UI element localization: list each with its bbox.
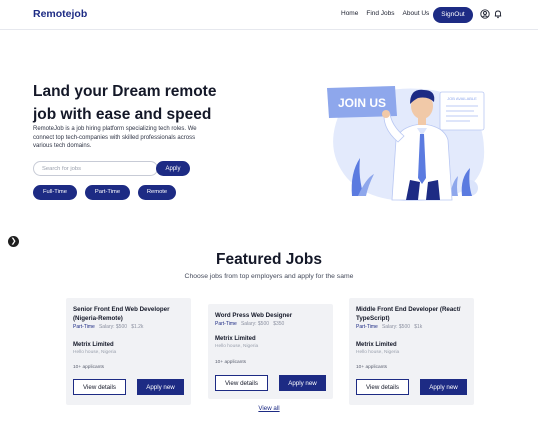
view-details-button[interactable]: View details xyxy=(356,379,409,395)
job-salary: Salary: $500 xyxy=(240,321,270,327)
apply-now-button[interactable]: Apply new xyxy=(420,379,467,395)
apply-now-button[interactable]: Apply new xyxy=(279,375,326,391)
job-search-input[interactable] xyxy=(33,161,158,176)
job-meta: Part-Time Salary: $500 $1k xyxy=(356,324,422,330)
company-name: Metrix Limited xyxy=(356,342,397,348)
hero-title: Land your Dream remote job with ease and… xyxy=(33,83,217,123)
job-board-label: JOB AVAILABLE xyxy=(447,96,477,101)
company-location: Hello house, Nigeria xyxy=(73,350,117,355)
job-salary-extra: $1k xyxy=(414,324,423,330)
job-title[interactable]: Senior Front End Web Developer (Nigeria-… xyxy=(73,305,181,323)
filter-chip-part-time[interactable]: Part-Time xyxy=(85,185,130,200)
bell-icon[interactable] xyxy=(493,9,503,19)
job-salary-extra: $1.2k xyxy=(131,324,144,330)
applicant-count: 10+ applicants xyxy=(215,360,247,365)
apply-now-button[interactable]: Apply new xyxy=(137,379,184,395)
job-type: Part-Time xyxy=(73,324,95,330)
hero-description: RemoteJob is a job hiring platform speci… xyxy=(33,126,197,149)
job-type: Part-Time xyxy=(356,324,378,330)
view-details-button[interactable]: View details xyxy=(215,375,268,391)
job-card: Senior Front End Web Developer (Nigeria-… xyxy=(66,298,191,405)
view-details-button[interactable]: View details xyxy=(73,379,126,395)
job-meta: Part-Time Salary: $500 $350 xyxy=(215,321,284,327)
hero-illustration: JOB AVAILABLE JOIN US xyxy=(327,86,485,202)
job-title[interactable]: Middle Front End Developer (React/ TypeS… xyxy=(356,305,464,323)
signout-button[interactable]: SignOut xyxy=(433,7,473,23)
top-navbar: Remotejob Home Find Jobs About Us SignOu… xyxy=(0,0,538,30)
join-us-text: JOIN US xyxy=(338,96,386,110)
company-location: Hello house, Nigeria xyxy=(356,350,400,355)
nav-link-find-jobs[interactable]: Find Jobs xyxy=(366,10,394,17)
job-meta: Part-Time Salary: $500 $1.2k xyxy=(73,324,143,330)
search-apply-button[interactable]: Apply xyxy=(156,161,190,176)
filter-chip-remote[interactable]: Remote xyxy=(138,185,176,200)
nav-link-about-us[interactable]: About Us xyxy=(403,10,430,17)
job-salary: Salary: $500 xyxy=(98,324,128,330)
company-name: Metrix Limited xyxy=(73,342,114,348)
applicant-count: 10+ applicants xyxy=(73,365,105,370)
applicant-count: 10+ applicants xyxy=(356,365,388,370)
nav-links: Home Find Jobs About Us xyxy=(341,10,429,17)
company-name: Metrix Limited xyxy=(215,336,256,342)
featured-jobs-title: Featured Jobs xyxy=(216,251,322,268)
job-type: Part-Time xyxy=(215,321,237,327)
job-salary-extra: $350 xyxy=(273,321,285,327)
view-all-link[interactable]: View all xyxy=(0,405,538,412)
job-salary: Salary: $500 xyxy=(381,324,411,330)
featured-jobs-subtitle: Choose jobs from top employers and apply… xyxy=(184,273,354,280)
side-panel-toggle[interactable]: ❯ xyxy=(8,236,19,247)
job-title[interactable]: Word Press Web Designer xyxy=(215,311,323,320)
filter-chip-full-time[interactable]: Full-Time xyxy=(33,185,77,200)
user-circle-icon[interactable] xyxy=(480,9,490,19)
brand-logo[interactable]: Remotejob xyxy=(33,8,87,20)
job-card: Middle Front End Developer (React/ TypeS… xyxy=(349,298,474,405)
company-location: Hello house, Nigeria xyxy=(215,344,259,349)
nav-link-home[interactable]: Home xyxy=(341,10,358,17)
job-card: Word Press Web Designer Part-Time Salary… xyxy=(208,304,333,399)
